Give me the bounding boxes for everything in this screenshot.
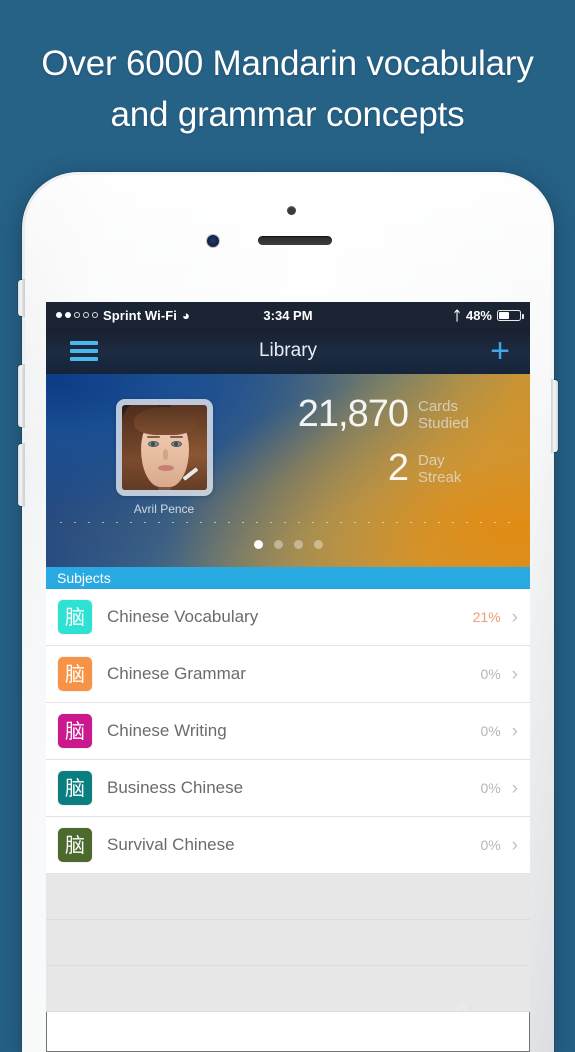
list-item-progress-percent: 0% xyxy=(480,666,501,682)
chevron-right-icon: › xyxy=(511,606,518,628)
volume-down-button[interactable] xyxy=(18,444,24,506)
battery-percent-label: 48% xyxy=(465,307,492,323)
chevron-right-icon: › xyxy=(511,777,518,799)
stat-day-streak-label: Day Streak xyxy=(418,448,461,486)
plus-icon[interactable]: + xyxy=(490,334,510,368)
stat-cards-studied-label-2: Studied xyxy=(418,415,469,432)
page-dot-3[interactable] xyxy=(293,540,303,549)
subjects-list: 脑 Chinese Vocabulary 21% › 脑 Chinese Grammar 0… xyxy=(46,589,530,1012)
chevron-right-icon: › xyxy=(511,663,518,685)
empty-list-row xyxy=(46,920,530,966)
page-dot-4[interactable] xyxy=(313,540,323,549)
status-bar: Sprint Wi-Fi ◕ 3:34 PM ᛏ 48% xyxy=(46,302,530,328)
subject-brain-icon: 脑 xyxy=(58,600,92,634)
earpiece-speaker-icon xyxy=(258,236,332,245)
promo-headline-line-1: Over 6000 Mandarin vocabulary xyxy=(41,44,534,83)
list-item[interactable]: 脑 Chinese Grammar 0% › xyxy=(46,646,530,703)
power-button[interactable] xyxy=(552,380,558,452)
page-dot-2[interactable] xyxy=(273,540,283,549)
subject-brain-icon: 脑 xyxy=(58,828,92,862)
stat-day-streak-value: 2 xyxy=(387,447,409,489)
list-item[interactable]: 脑 Chinese Writing 0% › xyxy=(46,703,530,760)
bluetooth-icon: ᛏ xyxy=(453,307,461,323)
subjects-section-header-label: Subjects xyxy=(57,570,111,586)
list-item-label: Chinese Writing xyxy=(107,721,227,740)
volume-up-button[interactable] xyxy=(18,365,24,427)
chevron-right-icon: › xyxy=(511,720,518,742)
subject-brain-icon: 脑 xyxy=(58,657,92,691)
avatar[interactable] xyxy=(116,399,213,496)
stat-cards-studied-label-1: Cards xyxy=(418,398,459,415)
profile-stats: 21,870 Cards Studied 2 Day Streak xyxy=(292,394,508,488)
list-item[interactable]: 脑 Survival Chinese 0% › xyxy=(46,817,530,874)
navigation-bar: Library + xyxy=(46,328,530,374)
page-title: Library xyxy=(258,340,318,361)
stat-cards-studied-label: Cards Studied xyxy=(418,394,469,432)
stat-day-streak-label-1: Day xyxy=(418,452,445,469)
list-item-label: Survival Chinese xyxy=(107,835,235,854)
avatar-photo xyxy=(122,405,207,490)
proximity-sensor-icon xyxy=(287,206,296,215)
battery-icon xyxy=(497,309,524,321)
stat-cards-studied: 21,870 Cards Studied xyxy=(292,394,508,434)
list-item-progress-percent: 0% xyxy=(480,780,501,796)
list-item-label: Business Chinese xyxy=(107,778,244,797)
page-dot-1[interactable] xyxy=(253,540,263,549)
stat-day-streak: 2 Day Streak xyxy=(292,448,508,488)
mute-switch-button[interactable] xyxy=(18,280,24,316)
list-item-label: Chinese Vocabulary xyxy=(107,607,259,626)
promo-headline-line-2: and grammar concepts xyxy=(110,95,465,134)
profile-hero-card: Avril Pence 21,870 Cards Studied 2 Day S… xyxy=(46,374,530,567)
list-item[interactable]: 脑 Chinese Vocabulary 21% › xyxy=(46,589,530,646)
list-item-progress-percent: 0% xyxy=(480,723,501,739)
phone-screen: Sprint Wi-Fi ◕ 3:34 PM ᛏ 48% Library + A… xyxy=(46,302,530,1052)
subjects-section-header: Subjects xyxy=(46,567,530,589)
chevron-right-icon: › xyxy=(511,834,518,856)
subject-brain-icon: 脑 xyxy=(58,714,92,748)
empty-list-row xyxy=(46,966,530,1012)
empty-list-row xyxy=(46,874,530,920)
divider xyxy=(60,522,516,523)
hamburger-menu-icon[interactable] xyxy=(70,341,98,361)
list-item-progress-percent: 0% xyxy=(480,837,501,853)
status-bar-right: ᛏ 48% xyxy=(453,307,524,323)
stat-cards-studied-value: 21,870 xyxy=(297,393,409,435)
subject-brain-icon: 脑 xyxy=(58,771,92,805)
front-camera-icon xyxy=(207,235,219,247)
promo-headline: Over 6000 Mandarin vocabulary and gramma… xyxy=(0,38,575,140)
list-item[interactable]: 脑 Business Chinese 0% › xyxy=(46,760,530,817)
list-item-label: Chinese Grammar xyxy=(107,664,246,683)
list-item-progress-percent: 21% xyxy=(472,609,501,625)
stat-day-streak-label-2: Streak xyxy=(418,469,462,486)
page-indicator-dots[interactable] xyxy=(46,540,530,549)
profile-name-label: Avril Pence xyxy=(133,502,195,516)
phone-device-frame: Sprint Wi-Fi ◕ 3:34 PM ᛏ 48% Library + A… xyxy=(18,172,558,1052)
